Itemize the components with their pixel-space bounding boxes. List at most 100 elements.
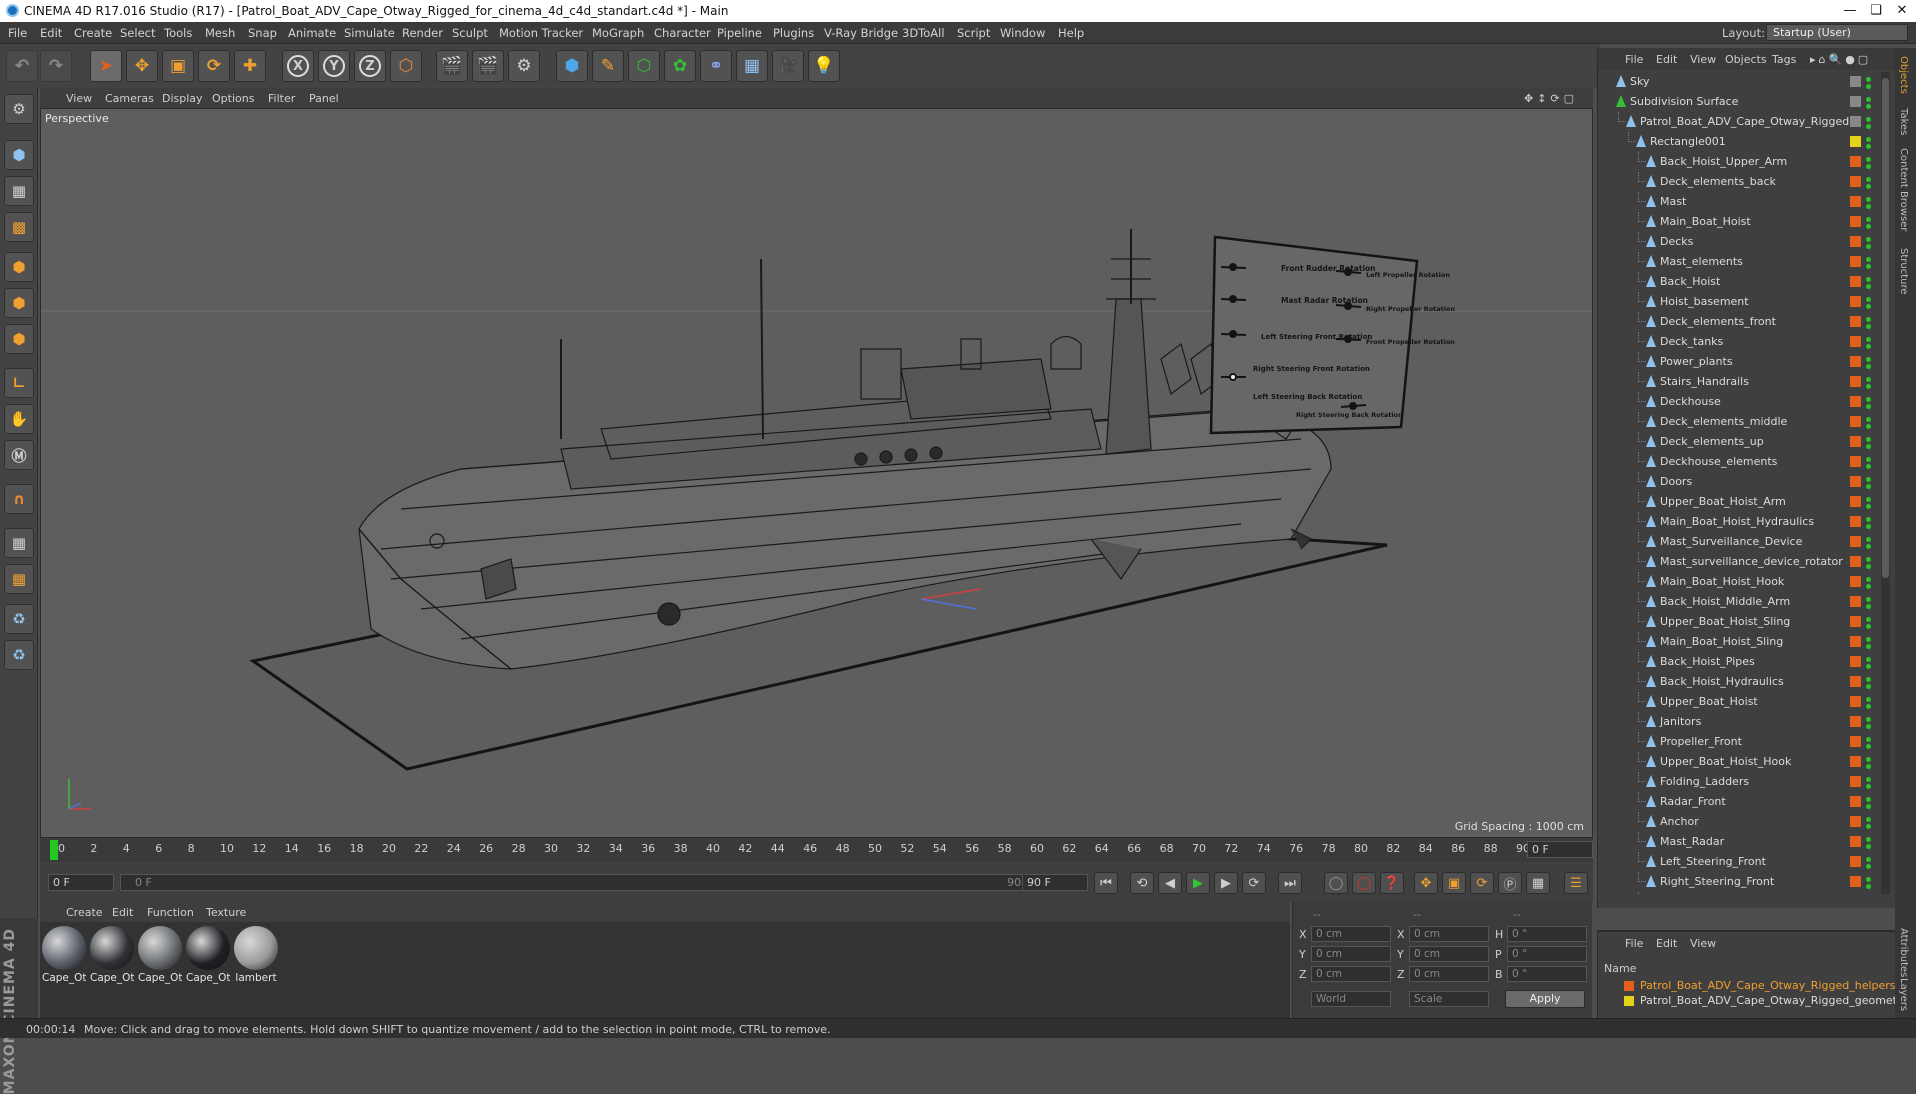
visibility-dot[interactable] [1866, 877, 1871, 882]
go-to-end-icon[interactable]: ⏭ [1278, 872, 1302, 894]
visibility-dots[interactable] [1866, 494, 1872, 510]
visibility-dot[interactable] [1866, 97, 1871, 102]
previous-key-icon[interactable]: ⟲ [1130, 872, 1154, 894]
visibility-dots[interactable] [1866, 734, 1872, 750]
size-mode-select[interactable]: Scale [1409, 991, 1489, 1007]
layer-row[interactable]: Patrol_Boat_ADV_Cape_Otway_Rigged_helper… [1598, 978, 1896, 993]
object-row[interactable]: Decks [1598, 232, 1896, 252]
layer-tag-icon[interactable] [1850, 676, 1861, 687]
visibility-dot[interactable] [1866, 504, 1871, 509]
visibility-dot[interactable] [1866, 384, 1871, 389]
layer-tag-icon[interactable] [1850, 176, 1861, 187]
layer-tag-icon[interactable] [1850, 316, 1861, 327]
visibility-dots[interactable] [1866, 274, 1872, 290]
visibility-dots[interactable] [1866, 74, 1872, 90]
menu-create[interactable]: Create [74, 26, 112, 40]
axis-mode-icon[interactable]: ∟ [4, 368, 34, 398]
object-row[interactable]: Folding_Ladders [1598, 772, 1896, 792]
workplane-mode-icon[interactable]: ▩ [4, 212, 34, 242]
visibility-dot[interactable] [1866, 144, 1871, 149]
next-frame-icon[interactable]: ▶ [1214, 872, 1238, 894]
timeline-window-icon[interactable]: ☰ [1564, 872, 1588, 894]
object-row[interactable]: Sky [1598, 72, 1896, 92]
object-row[interactable]: Deck_elements_front [1598, 312, 1896, 332]
visibility-dots[interactable] [1866, 694, 1872, 710]
material-item[interactable]: Cape_Ot [42, 926, 86, 984]
layer-row[interactable]: Patrol_Boat_ADV_Cape_Otway_Rigged_geomet… [1598, 993, 1908, 1008]
autokey-icon[interactable]: ◯ [1352, 872, 1376, 894]
material-item[interactable]: Cape_Ot [138, 926, 182, 984]
menu-sculpt[interactable]: Sculpt [452, 26, 488, 40]
layer-tag-icon[interactable] [1850, 576, 1861, 587]
end-frame-field[interactable]: 90 F [1022, 874, 1088, 891]
menu-file[interactable]: File [8, 26, 27, 40]
menu-window[interactable]: Window [1000, 26, 1045, 40]
visibility-dot[interactable] [1866, 477, 1871, 482]
object-row[interactable]: Upper_Boat_Hoist_Sling [1598, 612, 1896, 632]
visibility-dot[interactable] [1866, 184, 1871, 189]
visibility-dot[interactable] [1866, 397, 1871, 402]
size-y-field[interactable]: 0 cm [1409, 946, 1489, 962]
visibility-dot[interactable] [1866, 324, 1871, 329]
visibility-dot[interactable] [1866, 404, 1871, 409]
tab-content-browser[interactable]: Content Browser [1898, 148, 1909, 231]
object-row[interactable]: Rectangle001 [1598, 132, 1896, 152]
object-manager-tool-icons[interactable]: ▸⌂🔍●▢ [1810, 53, 1871, 66]
visibility-dots[interactable] [1866, 294, 1872, 310]
menu-snap[interactable]: Snap [248, 26, 277, 40]
layer-tag-icon[interactable] [1850, 796, 1861, 807]
close-button[interactable]: ✕ [1882, 0, 1916, 22]
layer-tag-icon[interactable] [1850, 76, 1861, 87]
object-row[interactable]: Hoist_basement [1598, 292, 1896, 312]
layer-tag-icon[interactable] [1850, 256, 1861, 267]
visibility-dot[interactable] [1866, 124, 1871, 129]
visibility-dot[interactable] [1866, 444, 1871, 449]
visibility-dot[interactable] [1866, 677, 1871, 682]
visibility-dots[interactable] [1866, 714, 1872, 730]
viewport-nav-icons[interactable]: ✥↕⟳▢ [1524, 92, 1578, 105]
visibility-dot[interactable] [1866, 197, 1871, 202]
timeline-ruler[interactable]: 0 2 4 6 8 10 12 14 16 18 20 22 24 26 28 30 32 34 36 38 40 42 4… [40, 838, 1593, 862]
rotate-tool-icon[interactable]: ⟳ [198, 50, 230, 82]
visibility-dot[interactable] [1866, 624, 1871, 629]
visibility-dots[interactable] [1866, 114, 1872, 130]
visibility-dot[interactable] [1866, 237, 1871, 242]
layer-tag-icon[interactable] [1850, 116, 1861, 127]
object-row[interactable]: Mast_Surveillance_Device [1598, 532, 1896, 552]
menu-simulate[interactable]: Simulate [344, 26, 395, 40]
object-row[interactable]: Deck_tanks [1598, 332, 1896, 352]
pos-z-field[interactable]: 0 cm [1311, 966, 1391, 982]
layer-tag-icon[interactable] [1850, 136, 1861, 147]
layer-tag-icon[interactable] [1850, 276, 1861, 287]
visibility-dots[interactable] [1866, 414, 1872, 430]
tweak-mode-icon[interactable]: ✋ [4, 404, 34, 434]
visibility-dot[interactable] [1866, 104, 1871, 109]
record-keys-icon[interactable]: ◯ [1324, 872, 1348, 894]
object-row[interactable]: Main_Boat_Hoist_Hydraulics [1598, 512, 1896, 532]
viewport-menu-filter[interactable]: Filter [268, 92, 295, 105]
visibility-dot[interactable] [1866, 357, 1871, 362]
key-pla-icon[interactable]: ▦ [1526, 872, 1550, 894]
light-icon[interactable]: 💡 [808, 50, 840, 82]
object-menu-edit[interactable]: Edit [1656, 53, 1677, 66]
magnet-icon[interactable]: ∩ [4, 484, 34, 514]
rot-p-field[interactable]: 0 ° [1507, 946, 1587, 962]
visibility-dots[interactable] [1866, 174, 1872, 190]
python-script-2-icon[interactable]: ♻ [4, 640, 34, 670]
start-frame-field[interactable]: 0 F [48, 874, 114, 891]
menu-help[interactable]: Help [1058, 26, 1084, 40]
coordinate-system-icon[interactable]: ⬡ [390, 50, 422, 82]
polygons-mode-icon[interactable]: ⬢ [4, 324, 34, 354]
render-view-icon[interactable]: 🎬 [436, 50, 468, 82]
apply-button[interactable]: Apply [1505, 990, 1585, 1008]
visibility-dots[interactable] [1866, 654, 1872, 670]
visibility-dot[interactable] [1866, 84, 1871, 89]
object-row[interactable]: Right_Propeller [1598, 892, 1896, 894]
layer-tag-icon[interactable] [1850, 696, 1861, 707]
model-mode-icon[interactable]: ⬢ [4, 140, 34, 170]
visibility-dots[interactable] [1866, 614, 1872, 630]
visibility-dots[interactable] [1866, 314, 1872, 330]
subdivision-icon[interactable]: ⬡ [628, 50, 660, 82]
visibility-dots[interactable] [1866, 854, 1872, 870]
rot-b-field[interactable]: 0 ° [1507, 966, 1587, 982]
